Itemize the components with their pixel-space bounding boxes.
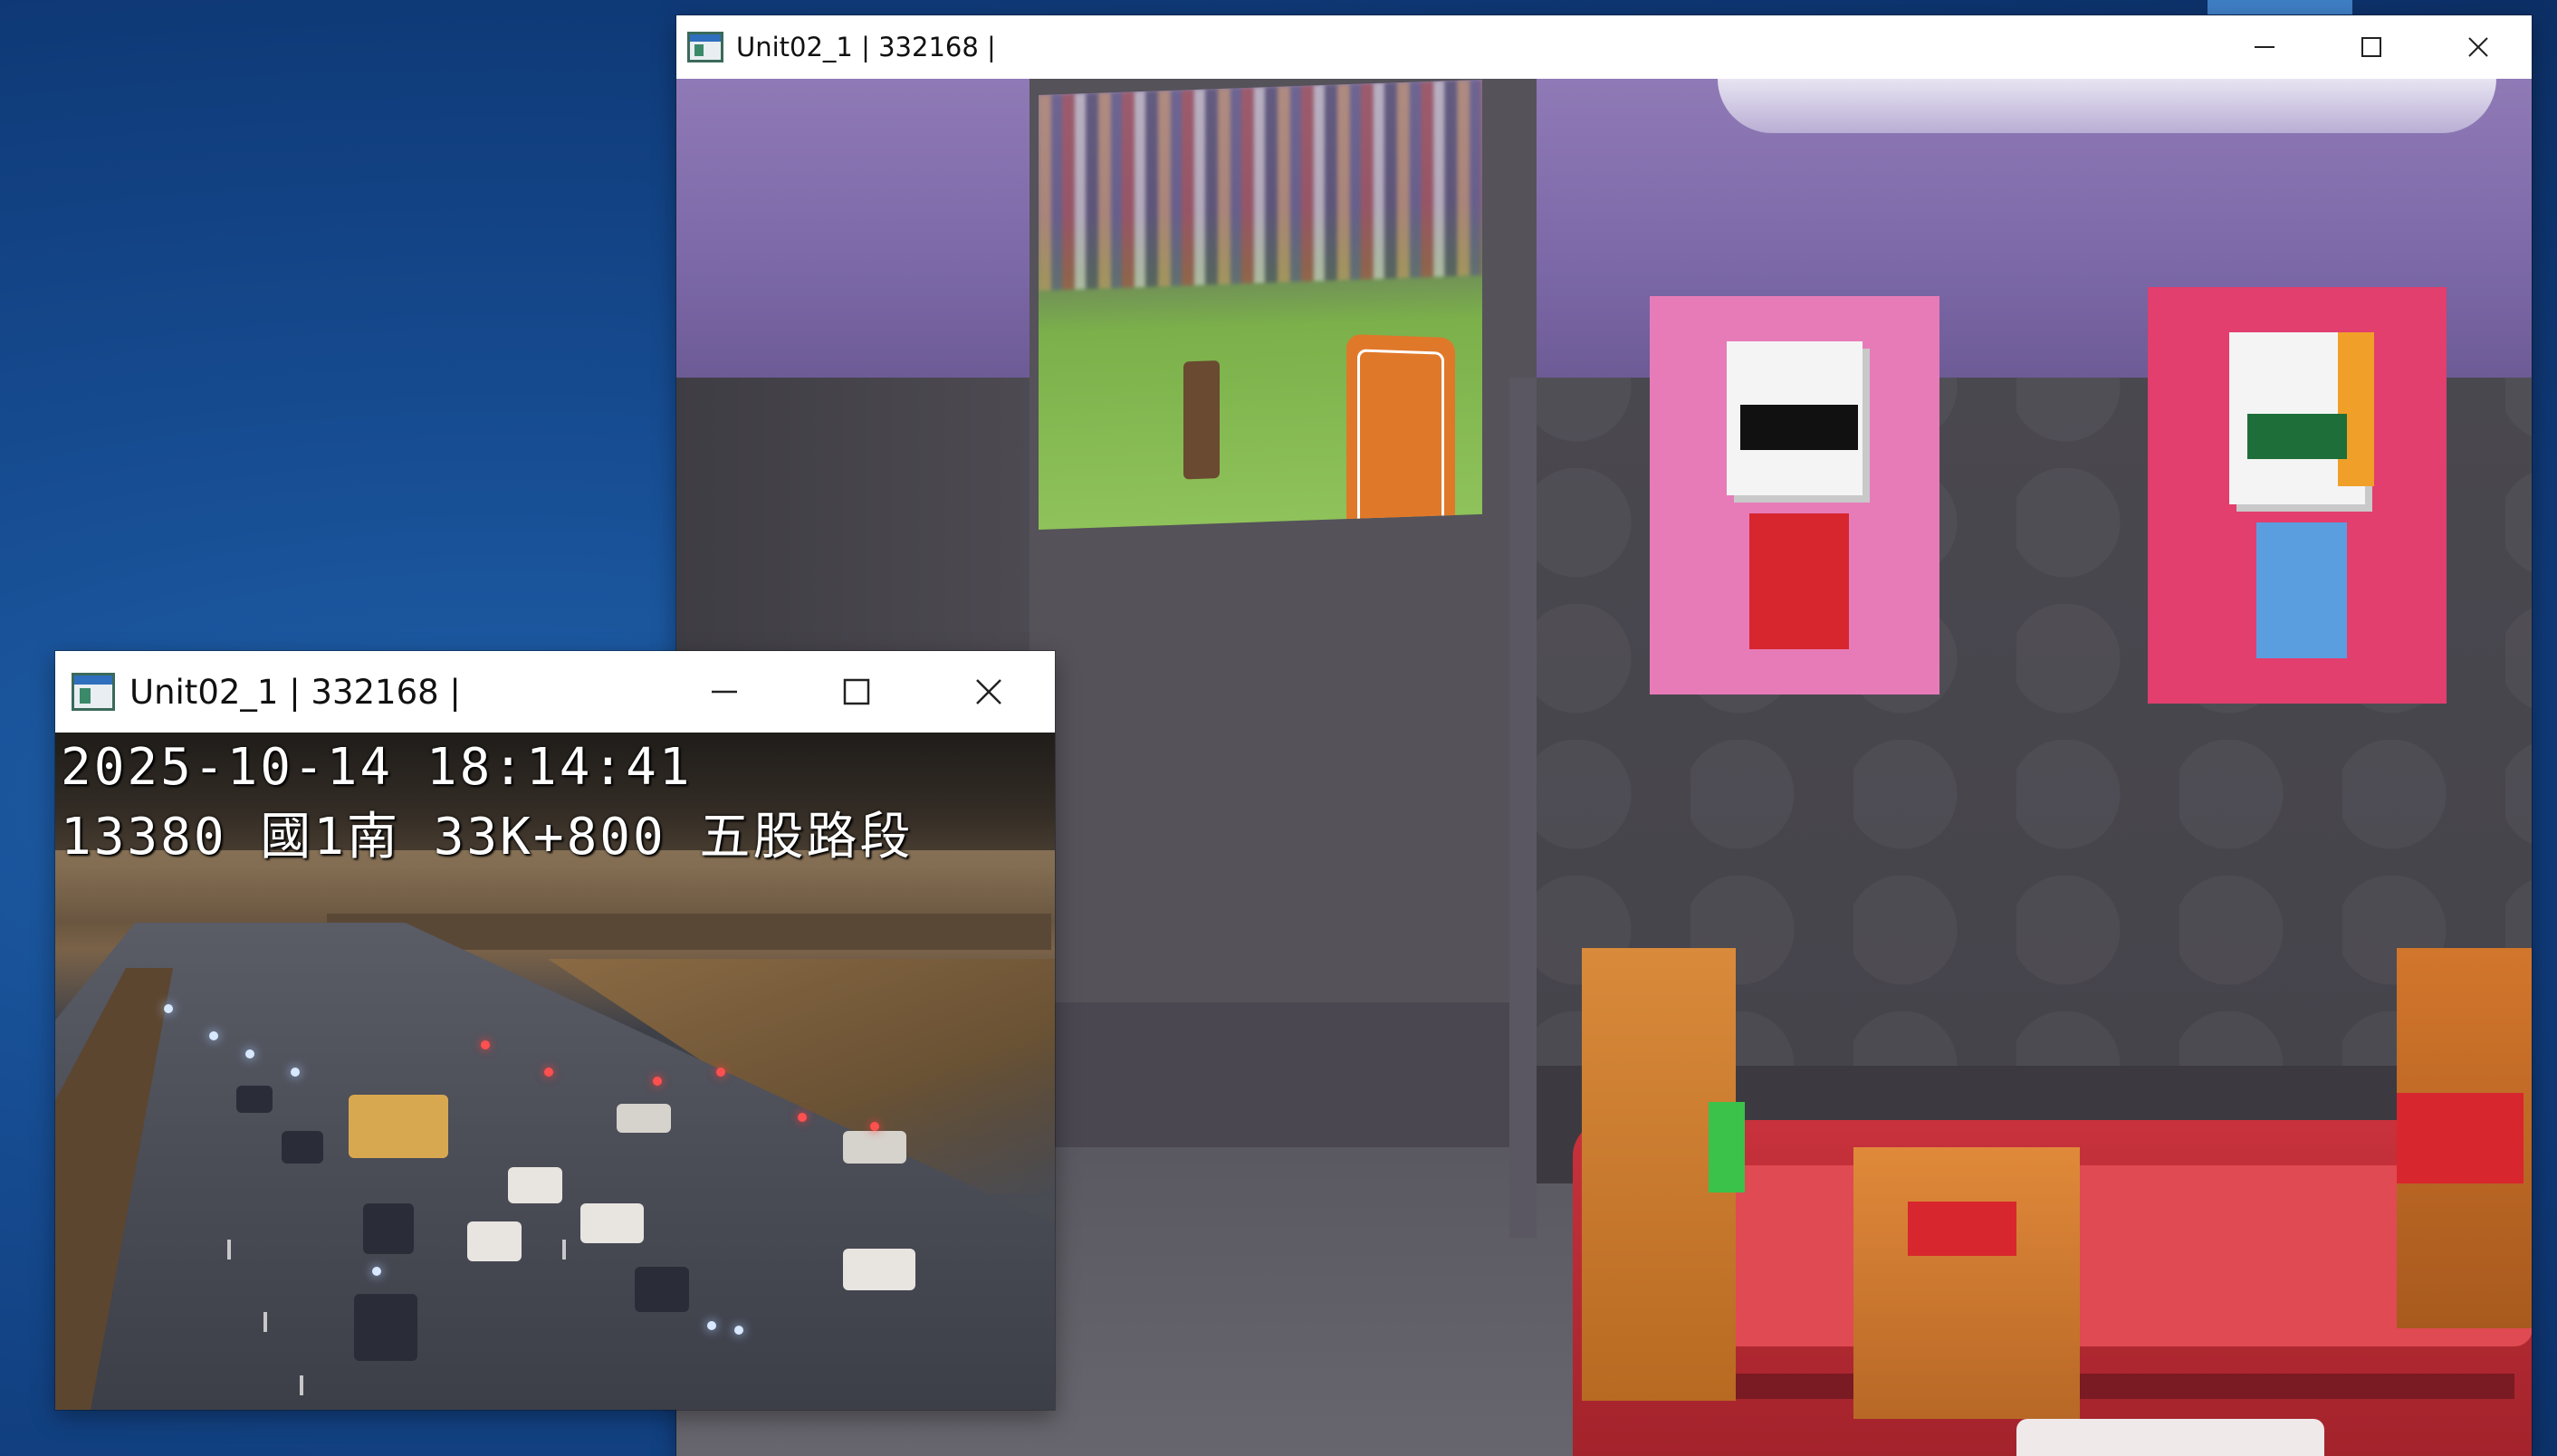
lane-marking [300,1375,303,1395]
maximize-icon [843,678,870,705]
nft-poster-1 [1650,296,1939,694]
car [236,1086,273,1113]
video-golfer [1183,360,1220,480]
nft-poster-2 [2148,287,2447,704]
window-controls [658,651,1055,733]
table [2016,1419,2324,1456]
app-window-icon [72,673,115,711]
window-title: Unit02_1 | 332168 | [736,32,996,62]
window-title: Unit02_1 | 332168 | [129,672,461,712]
avatar-visor [1709,1102,1745,1193]
minimize-button[interactable] [2211,15,2318,79]
avatar-face [2397,1093,2523,1183]
tail-light [544,1068,553,1077]
camera-location: 13380 國1南 33K+800 五股路段 [61,808,914,867]
tail-light [481,1040,490,1049]
head-light [164,1004,173,1013]
video-crowd [1039,79,1482,291]
tail-light [870,1122,879,1131]
head-light [734,1326,743,1335]
maximize-button[interactable] [2318,15,2425,79]
camera-timestamp: 2025-10-14 18:14:41 [61,738,693,797]
car [354,1294,417,1361]
poster-character-glasses [2247,414,2347,459]
close-icon [2468,37,2488,57]
golf-association-logo [1346,333,1455,530]
close-button[interactable] [2425,15,2532,79]
head-light [291,1068,300,1077]
car [580,1203,644,1243]
car [843,1249,915,1290]
poster-character-body [1749,513,1849,649]
minimize-icon [2255,46,2274,48]
head-light [707,1321,716,1330]
desktop-taskbar-fragment [2207,0,2352,14]
window-titlebar[interactable]: Unit02_1 | 332168 | [55,651,1055,733]
lane-marking [562,1240,566,1260]
car [843,1131,906,1164]
head-light [209,1031,218,1040]
avatar-face [1908,1202,2016,1256]
minimize-icon [712,690,737,694]
poster-character-side [2338,332,2374,486]
poster-character-body [2256,522,2347,658]
app-window-icon [687,32,723,62]
car [363,1203,414,1254]
camera-feed-window[interactable]: Unit02_1 | 332168 | 2025-10-14 18:14:41 … [55,651,1055,1410]
window-titlebar[interactable]: Unit02_1 | 332168 | [676,15,2532,79]
window-controls [2211,15,2532,79]
ceiling-light [1718,79,2496,133]
car [635,1267,689,1312]
bus [349,1095,448,1158]
head-light [372,1267,381,1276]
lane-marking [263,1312,267,1332]
car [508,1167,562,1203]
car [282,1131,323,1164]
head-light [245,1049,254,1058]
pillar [1509,378,1537,1238]
video-screen [1039,79,1482,530]
tail-light [716,1068,725,1077]
tail-light [653,1077,662,1086]
traffic-camera-image: 2025-10-14 18:14:41 13380 國1南 33K+800 五股… [55,733,1055,1410]
lane-marking [227,1240,231,1260]
close-icon [976,679,1001,704]
poster-character-glasses [1740,405,1858,450]
minimize-button[interactable] [658,651,790,733]
close-button[interactable] [923,651,1055,733]
tail-light [798,1113,807,1122]
camera-viewport[interactable]: 2025-10-14 18:14:41 13380 國1南 33K+800 五股… [55,733,1055,1410]
car [617,1104,671,1133]
car [467,1221,522,1261]
maximize-button[interactable] [790,651,923,733]
maximize-icon [2361,37,2381,57]
voxel-avatar-center [1853,1147,2080,1419]
